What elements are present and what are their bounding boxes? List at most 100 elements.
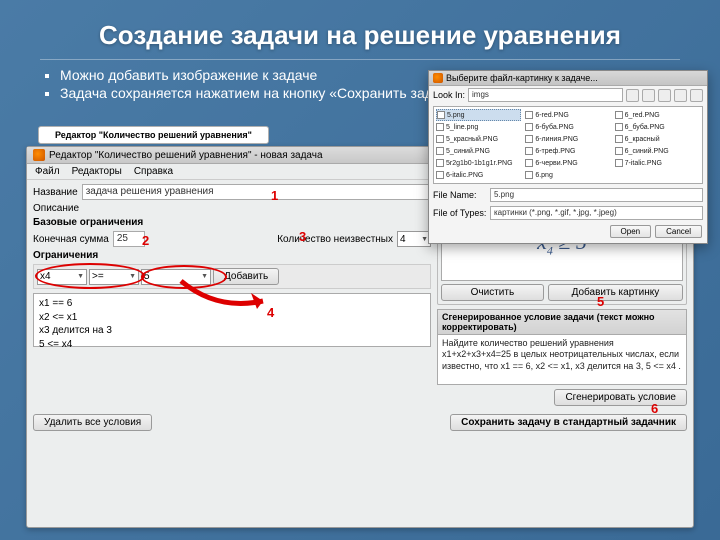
operator-select[interactable]: >=▼ xyxy=(89,269,139,285)
delete-all-button[interactable]: Удалить все условия xyxy=(33,414,152,431)
file-type-select[interactable]: картинки (*.png, *.gif, *.jpg, *.jpeg) xyxy=(490,206,703,220)
value-select[interactable]: 5▼ xyxy=(141,269,211,285)
file-label: 6-черви.PNG xyxy=(535,160,577,167)
separator xyxy=(40,59,680,60)
save-task-button[interactable]: Сохранить задачу в стандартный задачник xyxy=(450,414,687,431)
constraints-list[interactable]: x1 == 6 x2 <= x1 x3 делится на 3 5 <= x4 xyxy=(33,293,431,347)
file-icon xyxy=(436,123,444,131)
menu-editors[interactable]: Редакторы xyxy=(72,166,122,177)
look-in-label: Look In: xyxy=(433,90,465,100)
file-chooser-dialog: Выберите файл-картинку к задаче... Look … xyxy=(428,70,708,244)
file-item[interactable]: 6.png xyxy=(525,169,610,181)
file-icon xyxy=(436,135,444,143)
file-name-label: File Name: xyxy=(433,190,487,200)
file-item[interactable]: 6-линия.PNG xyxy=(525,133,610,145)
file-type-label: File of Types: xyxy=(433,208,487,218)
cancel-button[interactable]: Cancel xyxy=(655,225,702,238)
file-icon xyxy=(525,111,533,119)
endsum-input[interactable]: 25 xyxy=(113,231,145,247)
list-view-icon[interactable] xyxy=(674,89,687,102)
file-icon xyxy=(525,135,533,143)
file-label: 6-italic.PNG xyxy=(446,172,483,179)
name-input[interactable]: задача решения уравнения xyxy=(82,184,431,200)
clear-picture-button[interactable]: Очистить xyxy=(441,284,544,301)
constraint-item: 5 <= x4 xyxy=(39,338,425,352)
dialog-title: Выберите файл-картинку к задаче... xyxy=(446,73,598,83)
file-icon xyxy=(615,147,623,155)
unknowns-select[interactable]: 4▼ xyxy=(397,231,431,247)
window-title: Редактор "Количество решений уравнения" … xyxy=(49,150,323,161)
java-icon xyxy=(33,149,45,161)
file-item[interactable]: 5_line.png xyxy=(436,121,521,133)
file-item[interactable]: 6-треф.PNG xyxy=(525,145,610,157)
generated-text-header: Сгенерированное условие задачи (текст мо… xyxy=(437,309,687,335)
file-item[interactable]: 5_красный.PNG xyxy=(436,133,521,145)
file-label: 6_красный xyxy=(625,136,660,143)
file-icon xyxy=(525,159,533,167)
file-label: 6-red.PNG xyxy=(535,112,568,119)
file-item[interactable]: 6-буба.PNG xyxy=(525,121,610,133)
file-icon xyxy=(436,147,444,155)
file-label: 6-треф.PNG xyxy=(535,148,575,155)
generate-button[interactable]: Сгенерировать условие xyxy=(554,389,687,406)
file-item[interactable]: 7-italic.PNG xyxy=(615,157,700,169)
file-label: 6_синий.PNG xyxy=(625,148,669,155)
generated-text-area[interactable]: Найдите количество решений уравнения x1+… xyxy=(437,335,687,385)
file-label: 5r2g1b0-1b1g1r.PNG xyxy=(446,160,513,167)
file-label: 5_line.png xyxy=(446,124,478,131)
file-label: 7-italic.PNG xyxy=(625,160,662,167)
var-select[interactable]: x4▼ xyxy=(37,269,87,285)
constraint-item: x3 делится на 3 xyxy=(39,324,425,338)
file-icon xyxy=(525,171,533,179)
constraint-item: x1 == 6 xyxy=(39,297,425,311)
base-constraints-header: Базовые ограничения xyxy=(33,217,431,228)
file-label: 5.png xyxy=(447,112,465,119)
file-item[interactable]: 6_буба.PNG xyxy=(615,121,700,133)
file-item[interactable]: 6_красный xyxy=(615,133,700,145)
file-label: 6-буба.PNG xyxy=(535,124,574,131)
file-item[interactable]: 6_синий.PNG xyxy=(615,145,700,157)
file-label: 5_синий.PNG xyxy=(446,148,490,155)
left-column: Название задача решения уравнения Описан… xyxy=(33,184,431,406)
file-icon xyxy=(615,135,623,143)
file-icon xyxy=(436,159,444,167)
up-folder-icon[interactable] xyxy=(626,89,639,102)
detail-view-icon[interactable] xyxy=(690,89,703,102)
file-icon xyxy=(525,123,533,131)
file-item[interactable]: 5.png xyxy=(436,109,521,121)
new-folder-icon[interactable] xyxy=(658,89,671,102)
constraint-item: x2 <= x1 xyxy=(39,311,425,325)
file-icon xyxy=(437,111,445,119)
desc-label: Описание xyxy=(33,203,79,214)
file-item[interactable]: 5_синий.PNG xyxy=(436,145,521,157)
open-button[interactable]: Open xyxy=(610,225,652,238)
dialog-titlebar: Выберите файл-картинку к задаче... xyxy=(429,71,707,86)
file-item[interactable]: 6-черви.PNG xyxy=(525,157,610,169)
file-item[interactable]: 5r2g1b0-1b1g1r.PNG xyxy=(436,157,521,169)
editor-tab[interactable]: Редактор "Количество решений уравнения" xyxy=(38,126,269,144)
add-picture-button[interactable]: Добавить картинку xyxy=(548,284,683,301)
endsum-label: Конечная сумма xyxy=(33,234,109,245)
look-in-select[interactable]: imgs xyxy=(468,88,623,102)
constraints-header: Ограничения xyxy=(33,250,431,261)
file-icon xyxy=(615,159,623,167)
file-icon xyxy=(615,111,623,119)
file-list[interactable]: 5.png 6-red.PNG 6_red.PNG 5_line.png 6-буба.… xyxy=(433,106,703,184)
file-item[interactable]: 6-italic.PNG xyxy=(436,169,521,181)
file-name-input[interactable]: 5.png xyxy=(490,188,703,202)
home-icon[interactable] xyxy=(642,89,655,102)
add-constraint-button[interactable]: Добавить xyxy=(213,268,279,285)
file-label: 6.png xyxy=(535,172,553,179)
menu-help[interactable]: Справка xyxy=(134,166,173,177)
unknowns-label: Количество неизвестных xyxy=(277,234,393,245)
menu-file[interactable]: Файл xyxy=(35,166,60,177)
file-item[interactable]: 6-red.PNG xyxy=(525,109,610,121)
file-label: 6_буба.PNG xyxy=(625,124,665,131)
slide-title: Создание задачи на решение уравнения xyxy=(0,0,720,59)
file-icon xyxy=(525,147,533,155)
file-label: 5_красный.PNG xyxy=(446,136,498,143)
java-icon xyxy=(433,73,443,83)
file-label: 6_red.PNG xyxy=(625,112,660,119)
file-item[interactable]: 6_red.PNG xyxy=(615,109,700,121)
file-icon xyxy=(436,171,444,179)
